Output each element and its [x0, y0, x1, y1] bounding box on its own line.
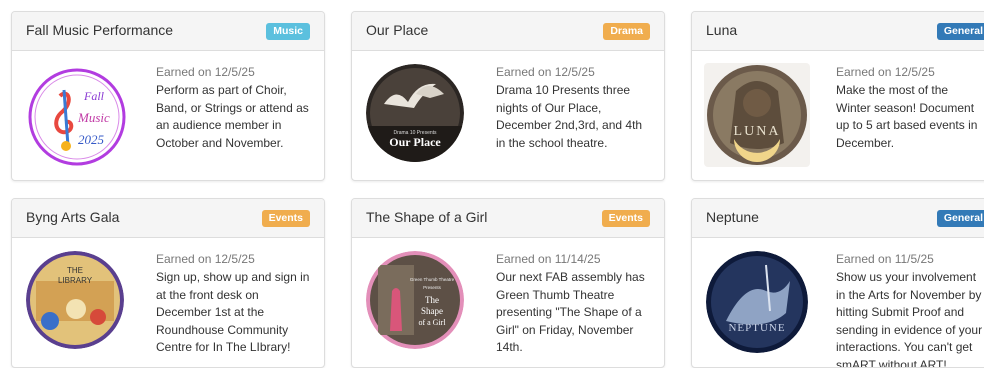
- badge-card-neptune[interactable]: Neptune General NEPTUNE Earned on 11/5/2…: [691, 198, 984, 368]
- category-badge: General: [936, 23, 984, 40]
- card-title: Luna: [706, 22, 738, 38]
- badge-image: LUNA: [704, 63, 810, 167]
- category-badge: Events: [261, 210, 310, 227]
- badge-card-byng-arts-gala[interactable]: Byng Arts Gala Events THE LIBRARY Earned…: [11, 198, 325, 368]
- card-description: Show us your involvement in the Arts for…: [836, 270, 983, 368]
- category-badge: Events: [601, 210, 650, 227]
- category-badge: General: [936, 210, 984, 227]
- earned-date: Earned on 12/5/25: [156, 252, 255, 266]
- card-description: Perform as part of Choir, Band, or Strin…: [156, 83, 309, 150]
- image-text: Music: [77, 110, 110, 125]
- card-title: The Shape of a Girl: [366, 209, 488, 225]
- card-header: Our Place Drama: [352, 12, 664, 51]
- image-text: of a Girl: [418, 318, 446, 327]
- earned-date: Earned on 12/5/25: [496, 65, 595, 79]
- card-description: Sign up, show up and sign in at the fron…: [156, 270, 310, 354]
- category-badge: Drama: [603, 23, 650, 40]
- image-text: The: [425, 295, 439, 305]
- card-description: Our next FAB assembly has Green Thumb Th…: [496, 270, 645, 354]
- card-description: Drama 10 Presents three nights of Our Pl…: [496, 83, 643, 150]
- card-title: Byng Arts Gala: [26, 209, 120, 225]
- card-header: The Shape of a Girl Events: [352, 199, 664, 238]
- earned-date: Earned on 12/5/25: [156, 65, 255, 79]
- badge-image: THE LIBRARY: [26, 251, 124, 349]
- card-title: Fall Music Performance: [26, 22, 174, 38]
- badge-image: NEPTUNE: [706, 251, 808, 353]
- badge-image: Fall Music 2025: [28, 68, 126, 166]
- badge-image: Drama 10 Presents Our Place: [366, 64, 464, 162]
- card-title: Our Place: [366, 22, 429, 38]
- card-header: Fall Music Performance Music: [12, 12, 324, 51]
- category-badge: Music: [266, 23, 310, 40]
- image-text: Our Place: [389, 135, 441, 149]
- card-title: Neptune: [706, 209, 759, 225]
- card-header: Byng Arts Gala Events: [12, 199, 324, 238]
- badge-image: Green Thumb Theatre Presents The Shape o…: [366, 251, 464, 349]
- image-text: Green Thumb Theatre: [410, 277, 455, 282]
- image-text: LIBRARY: [58, 276, 93, 285]
- image-text: 2025: [78, 132, 105, 147]
- badge-card-shape-of-a-girl[interactable]: The Shape of a Girl Events Green Thumb T…: [351, 198, 665, 368]
- image-text: NEPTUNE: [728, 322, 785, 334]
- card-header: Neptune General: [692, 199, 984, 238]
- badge-card-our-place[interactable]: Our Place Drama Drama 10 Presents Our Pl…: [351, 11, 665, 181]
- badge-card-luna[interactable]: Luna General LUNA Earned on 12/5/25 Make…: [691, 11, 984, 181]
- card-description: Make the most of the Winter season! Docu…: [836, 83, 978, 150]
- earned-date: Earned on 12/5/25: [836, 65, 935, 79]
- image-text: Fall: [83, 89, 105, 103]
- earned-date: Earned on 11/14/25: [496, 252, 601, 266]
- image-text: Shape: [421, 306, 443, 316]
- image-text: LUNA: [734, 124, 781, 139]
- image-text: Presents: [423, 285, 442, 290]
- card-header: Luna General: [692, 12, 984, 51]
- earned-date: Earned on 11/5/25: [836, 252, 934, 266]
- image-text: THE: [67, 266, 83, 275]
- badge-card-fall-music[interactable]: Fall Music Performance Music Fall Music …: [11, 11, 325, 181]
